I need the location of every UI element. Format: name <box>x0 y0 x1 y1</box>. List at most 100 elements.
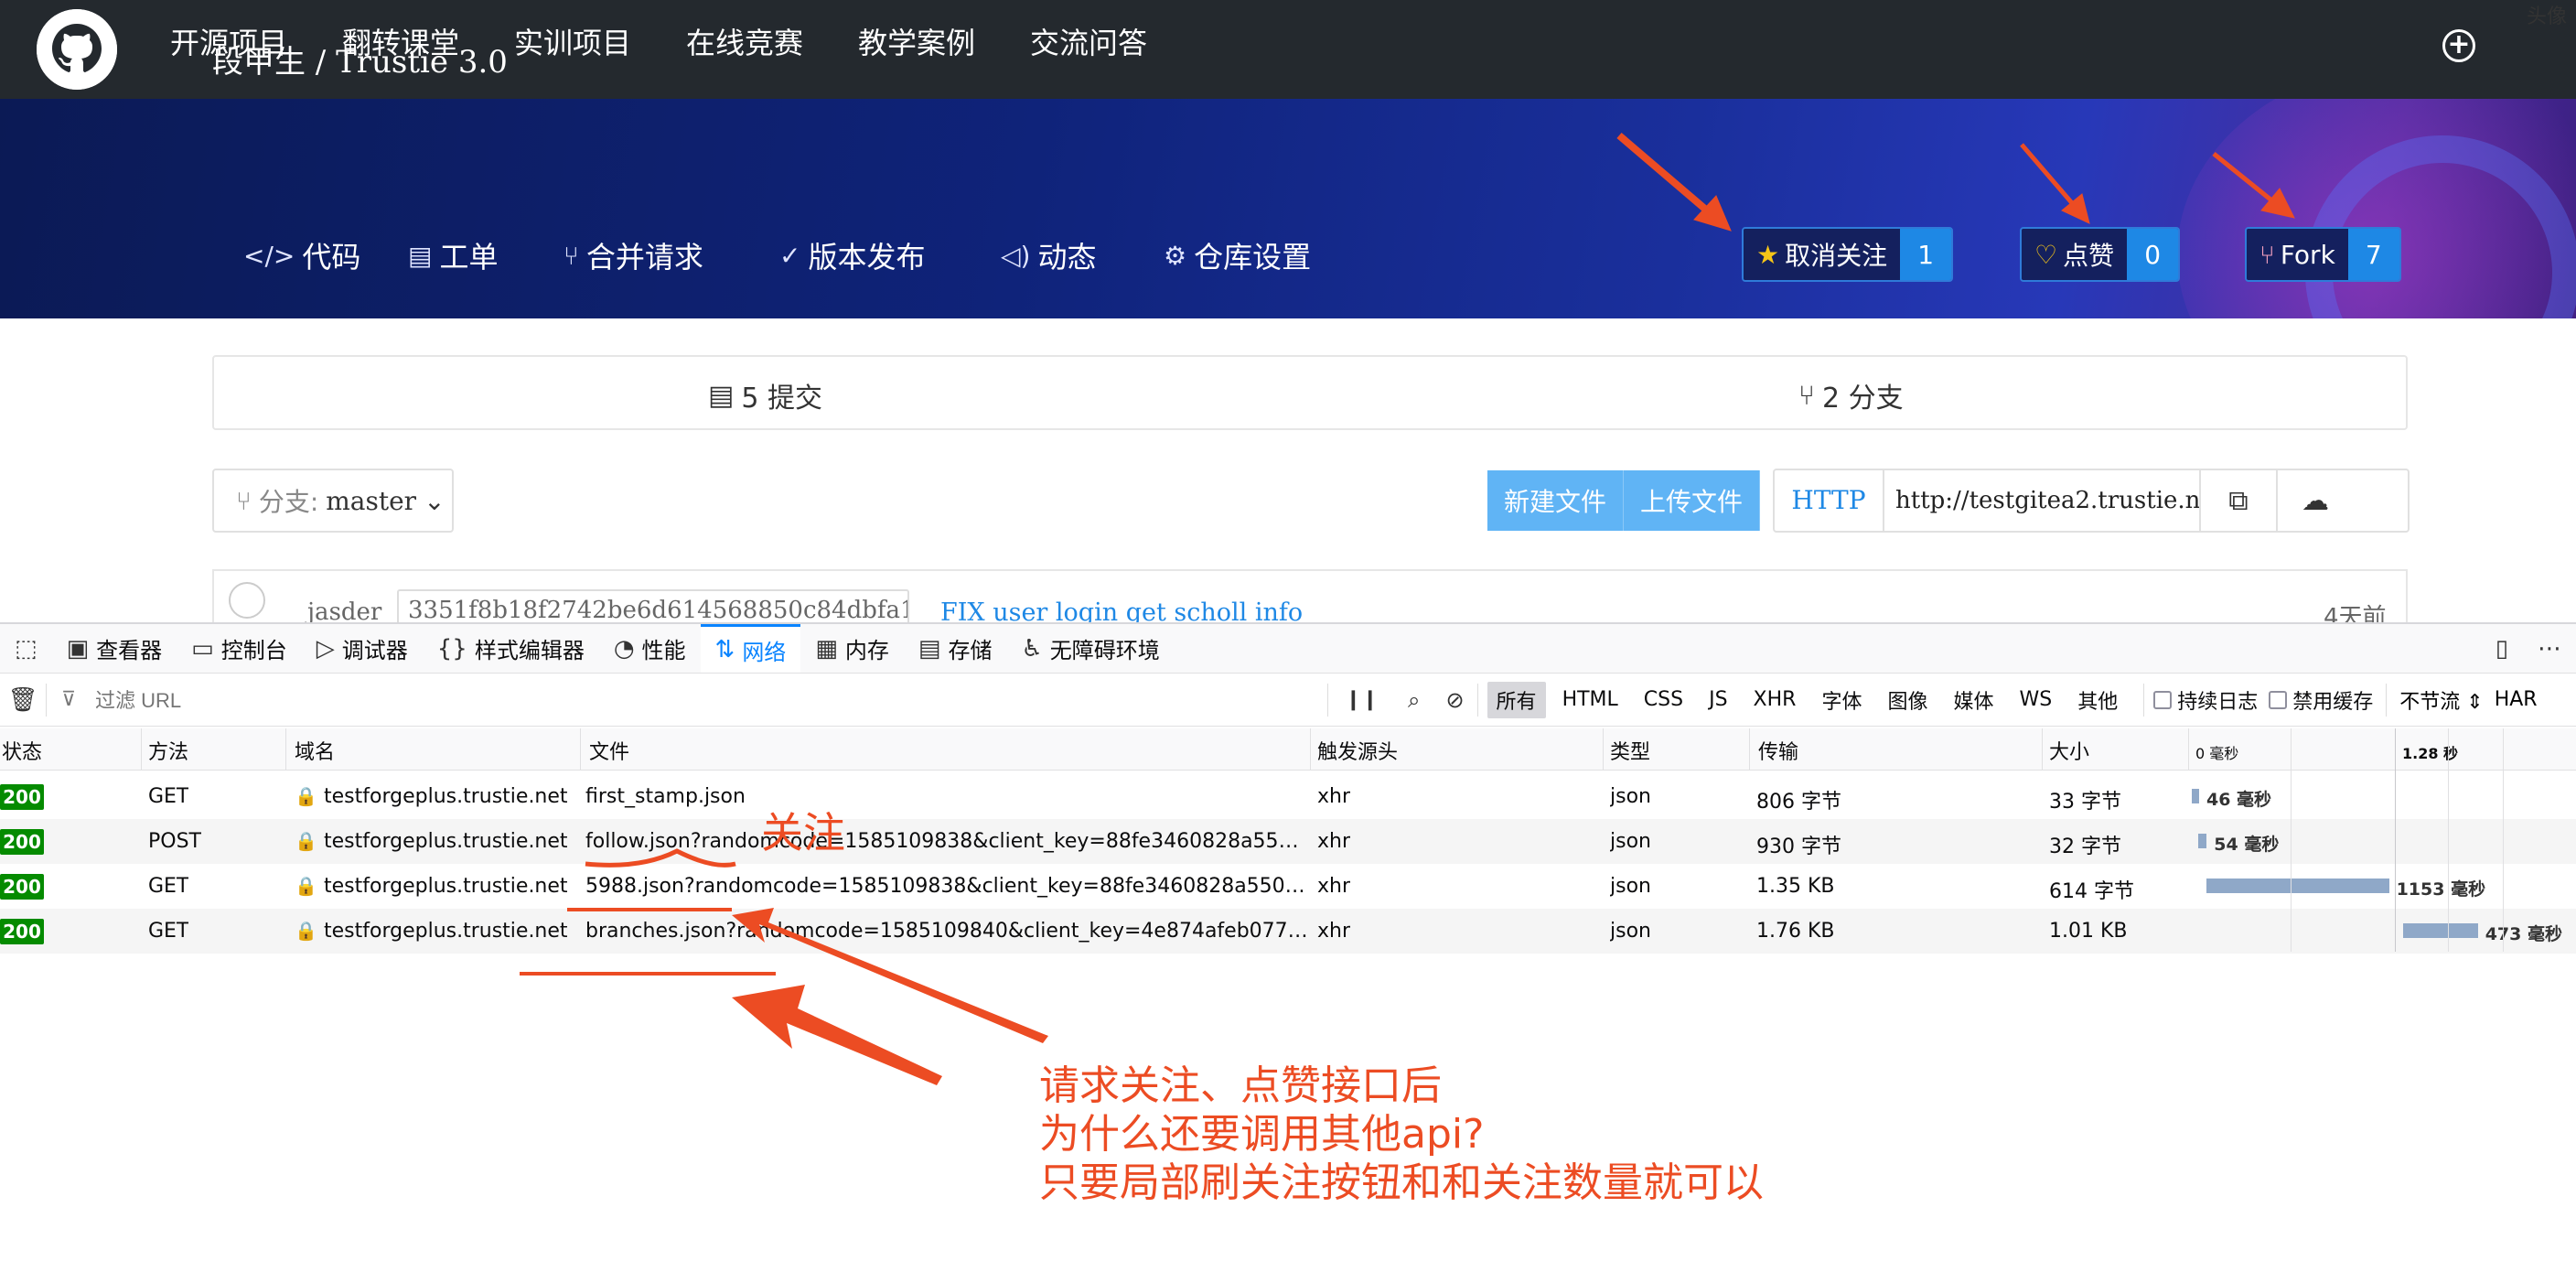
devtools-tab-network[interactable]: ⇅ 网络 <box>700 624 801 673</box>
devtools-toolbar: ⬚ ▣ 查看器 ▭ 控制台 ▷ 调试器 {} 样式编辑器 ◔ 性能 ⇅ 网络 ▦ 内存 ▤ 存储… <box>0 622 2576 674</box>
avatar-label[interactable]: 头像 <box>2527 0 2567 29</box>
filter-url-input[interactable] <box>55 685 1317 717</box>
tab-issues[interactable]: ▤ 工单 <box>408 234 498 276</box>
tab-code[interactable]: </> 代码 <box>243 234 360 276</box>
protocol-selector[interactable]: HTTP <box>1775 470 1884 531</box>
commit-hash[interactable]: 3351f8b18f2742be6d614568850c84dbfa107969 <box>397 589 909 624</box>
devtools-tab-inspector[interactable]: ▣ 查看器 <box>52 624 177 673</box>
avatar[interactable] <box>229 582 265 619</box>
devtools-tab-accessibility[interactable]: ♿ 无障碍环境 <box>1006 624 1174 673</box>
lock-icon: 🔒 <box>295 875 317 897</box>
table-row[interactable]: 200 GET testforgeplus.trustie.net 5988.json… <box>0 864 2576 909</box>
new-file-button[interactable]: 新建文件 <box>1487 470 1625 531</box>
table-row[interactable]: 200 POST testforgeplus.trustie.net follow.j… <box>0 819 2576 864</box>
col-method[interactable]: 方法 <box>148 736 188 765</box>
domain-cell: testforgeplus.trustie.net <box>324 830 568 853</box>
branch-selector[interactable]: ⑂ 分支: master ⌄ <box>212 469 454 533</box>
tab-releases[interactable]: ✓ 版本发布 <box>779 234 925 276</box>
plus-circle-icon[interactable]: + <box>2442 29 2475 62</box>
col-transferred[interactable]: 传输 <box>1758 736 1798 765</box>
col-type[interactable]: 类型 <box>1610 736 1650 765</box>
table-row[interactable]: 200 GET testforgeplus.trustie.net branches.… <box>0 909 2576 954</box>
file-cell: follow.json?randomcode=1585109838&client… <box>585 830 1308 853</box>
clone-url-field[interactable] <box>1884 470 2199 531</box>
unwatch-label: 取消关注 <box>1785 241 1888 271</box>
devtools-tab-memory[interactable]: ▦ 内存 <box>800 624 904 673</box>
responsive-design-icon[interactable]: ▯ <box>2481 624 2523 673</box>
filter-fonts[interactable]: 字体 <box>1812 682 1871 718</box>
har-button[interactable]: HAR <box>2495 688 2538 711</box>
commit-message[interactable]: FIX user login get scholl info <box>940 598 1303 624</box>
commit-author[interactable]: jasder <box>307 598 381 624</box>
element-picker-icon[interactable]: ⬚ <box>0 624 52 673</box>
repo-owner[interactable]: 段甲生 <box>212 44 306 81</box>
nav-training-projects[interactable]: 实训项目 <box>514 20 631 62</box>
nav-competitions[interactable]: 在线竞赛 <box>686 20 803 62</box>
filter-all[interactable]: 所有 <box>1487 681 1546 718</box>
filter-media[interactable]: 媒体 <box>1944 682 2002 718</box>
tab-pull-requests[interactable]: ⑂ 合并请求 <box>564 234 703 276</box>
transferred-cell: 1.35 KB <box>1756 875 1835 898</box>
status-badge: 200 <box>0 784 44 810</box>
disable-cache-checkbox[interactable]: 禁用缓存 <box>2269 685 2373 715</box>
waterfall-bar <box>2197 834 2207 848</box>
repo-header-banner <box>0 99 2576 318</box>
col-domain[interactable]: 域名 <box>295 736 335 765</box>
pause-icon[interactable]: ❙❙ <box>1345 688 1379 711</box>
nav-teaching-cases[interactable]: 教学案例 <box>858 20 975 62</box>
status-badge: 200 <box>0 874 44 900</box>
tab-label: 代码 <box>302 240 361 275</box>
filter-images[interactable]: 图像 <box>1878 682 1937 718</box>
devtools-tab-debugger[interactable]: ▷ 调试器 <box>302 624 423 673</box>
table-row[interactable]: 200 GET testforgeplus.trustie.net first_sta… <box>0 774 2576 819</box>
like-button[interactable]: ♡ 点赞 0 <box>2020 227 2181 282</box>
method-cell: POST <box>148 830 201 853</box>
method-cell: GET <box>148 785 189 808</box>
col-file[interactable]: 文件 <box>589 736 629 765</box>
commits-link[interactable]: ▤ 5 提交 <box>708 375 822 415</box>
upload-file-button[interactable]: 上传文件 <box>1624 470 1761 531</box>
tab-settings[interactable]: ⚙ 仓库设置 <box>1164 234 1311 276</box>
type-cell: json <box>1610 785 1651 808</box>
unwatch-button[interactable]: ★ 取消关注 1 <box>1742 227 1954 282</box>
throttle-select[interactable]: 不节流 ⇕ <box>2399 685 2483 715</box>
tab-label: 性能 <box>641 638 686 663</box>
branches-link[interactable]: ⑂ 2 分支 <box>1798 375 1904 415</box>
devtools-tab-storage[interactable]: ▤ 存储 <box>904 624 1007 673</box>
nav-qa[interactable]: 交流问答 <box>1030 20 1147 62</box>
download-cloud-icon[interactable]: ☁ <box>2276 470 2353 531</box>
filter-css[interactable]: CSS <box>1635 685 1692 715</box>
branch-icon: ⑂ <box>1798 379 1815 412</box>
annotation-follow-label: 关注 <box>761 808 845 857</box>
col-cause[interactable]: 触发源头 <box>1317 736 1398 765</box>
col-status[interactable]: 状态 <box>2 736 42 765</box>
transferred-cell: 930 字节 <box>1756 835 1841 858</box>
trash-icon[interactable]: 🗑 <box>0 686 46 714</box>
more-options-icon[interactable]: ⋯ <box>2523 624 2576 673</box>
lock-icon: 🔒 <box>295 920 317 942</box>
filter-js[interactable]: JS <box>1700 685 1736 715</box>
repo-name[interactable]: Trustie 3.0 <box>336 44 508 81</box>
github-logo-icon[interactable] <box>37 9 117 90</box>
persist-logs-checkbox[interactable]: 持续日志 <box>2153 685 2258 715</box>
block-icon[interactable]: ⊘ <box>1445 687 1464 713</box>
devtools-tab-performance[interactable]: ◔ 性能 <box>599 624 701 673</box>
filter-ws[interactable]: WS <box>2011 685 2062 715</box>
devtools-tab-console[interactable]: ▭ 控制台 <box>177 624 302 673</box>
search-icon[interactable]: ⌕ <box>1408 687 1420 713</box>
tab-activity[interactable]: ◁) 动态 <box>1001 234 1096 276</box>
like-count: 0 <box>2127 229 2179 280</box>
filter-xhr[interactable]: XHR <box>1744 685 1806 715</box>
cause-cell: xhr <box>1317 785 1351 808</box>
filter-other[interactable]: 其他 <box>2068 682 2127 718</box>
domain-cell: testforgeplus.trustie.net <box>324 785 568 808</box>
fork-button[interactable]: ⑂ Fork 7 <box>2245 227 2401 282</box>
copy-icon[interactable]: ⧉ <box>2199 470 2276 531</box>
tab-label: 版本发布 <box>808 240 926 275</box>
devtools-tab-style-editor[interactable]: {} 样式编辑器 <box>423 624 599 673</box>
col-size[interactable]: 大小 <box>2049 736 2089 765</box>
tab-label: 仓库设置 <box>1194 240 1312 275</box>
file-cell: 5988.json?randomcode=1585109838&client_k… <box>585 875 1308 898</box>
inspector-icon: ▣ <box>66 634 90 663</box>
filter-html[interactable]: HTML <box>1553 685 1627 715</box>
